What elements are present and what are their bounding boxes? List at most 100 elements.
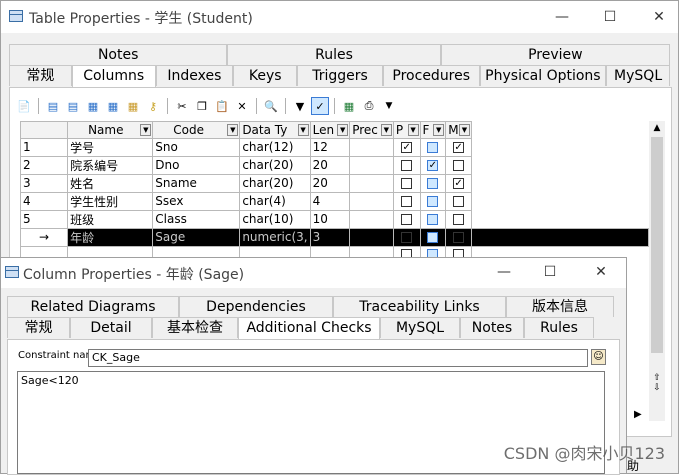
tab-physical-options[interactable]: Physical Options xyxy=(479,65,607,86)
mandatory-cell[interactable] xyxy=(445,155,472,175)
dropdown-icon[interactable]: ▼ xyxy=(297,124,309,136)
filler-cell[interactable] xyxy=(471,156,649,174)
foreign-checkbox[interactable] xyxy=(427,214,439,225)
column-minimize-button[interactable]: — xyxy=(490,260,518,284)
tab-indexes[interactable]: Indexes xyxy=(155,65,234,86)
tab-traceability-links[interactable]: Traceability Links xyxy=(333,296,506,317)
dropdown-icon[interactable]: ▼ xyxy=(433,124,445,136)
primary-checkbox[interactable] xyxy=(401,232,413,243)
code-cell[interactable]: Ssex xyxy=(152,191,241,211)
key-icon[interactable]: ⚷ xyxy=(144,97,162,115)
primary-cell[interactable] xyxy=(392,191,421,211)
dropdown-icon[interactable]: ▼ xyxy=(227,124,239,136)
name-cell[interactable]: 年龄 xyxy=(67,227,154,247)
code-cell[interactable]: Dno xyxy=(152,155,241,175)
precision-cell[interactable] xyxy=(349,227,394,247)
foreign-checkbox[interactable] xyxy=(427,178,439,189)
filler-cell[interactable] xyxy=(471,138,649,156)
dropdown-icon[interactable]: ▼ xyxy=(407,124,419,136)
data-type-cell[interactable]: char(12) xyxy=(239,137,311,157)
primary-checkbox[interactable] xyxy=(401,160,413,171)
properties-icon[interactable]: 📄 xyxy=(15,97,33,115)
mandatory-cell[interactable] xyxy=(445,191,472,211)
table-row[interactable]: 5 班级 Class char(10) 10 xyxy=(19,209,649,229)
header-name[interactable]: Name ▼ xyxy=(67,121,154,139)
header-code[interactable]: Code ▼ xyxy=(152,121,241,139)
mandatory-cell[interactable]: ✓ xyxy=(445,173,472,193)
excel-export-icon[interactable]: ▦ xyxy=(340,97,358,115)
copy-icon[interactable]: ❐ xyxy=(193,97,211,115)
customize-columns-icon[interactable]: ✓ xyxy=(311,97,329,115)
filler-cell[interactable] xyxy=(471,174,649,192)
mandatory-checkbox[interactable] xyxy=(453,160,465,171)
column-maximize-button[interactable]: ☐ xyxy=(536,260,564,284)
add-columns-icon[interactable]: ▦ xyxy=(84,97,102,115)
add-row-icon[interactable]: ▤ xyxy=(64,97,82,115)
filler-cell[interactable] xyxy=(471,210,649,228)
find-icon[interactable]: 🔍 xyxy=(262,97,280,115)
primary-cell[interactable]: ✓ xyxy=(392,137,421,157)
constraint-name-input[interactable]: CK_Sage xyxy=(88,349,588,367)
length-cell[interactable]: 20 xyxy=(309,155,351,175)
table-row[interactable]: → 年龄 Sage numeric(3, 3 xyxy=(19,227,650,247)
row-number-cell[interactable]: 4 xyxy=(19,191,69,211)
tab-version-info[interactable]: 版本信息 xyxy=(506,296,614,317)
table-row[interactable]: 1 学号 Sno char(12) 12 ✓ ✓ xyxy=(19,137,649,157)
delete-icon[interactable]: ✕ xyxy=(233,97,251,115)
dropdown-icon[interactable]: ▼ xyxy=(458,124,470,136)
primary-cell[interactable] xyxy=(392,227,421,247)
header-foreign[interactable]: F ▼ xyxy=(419,121,447,139)
primary-checkbox[interactable] xyxy=(401,178,413,189)
mandatory-checkbox[interactable] xyxy=(453,196,465,207)
column-close-button[interactable]: ✕ xyxy=(587,260,615,284)
row-number-cell[interactable]: 2 xyxy=(19,155,69,175)
tab-columns[interactable]: Columns xyxy=(71,65,156,87)
length-cell[interactable]: 3 xyxy=(309,227,351,247)
tab-column-rules[interactable]: Rules xyxy=(524,317,594,338)
row-number-cell[interactable]: 5 xyxy=(19,209,69,229)
foreign-cell[interactable]: ✓ xyxy=(419,155,447,175)
tab-additional-checks[interactable]: Additional Checks xyxy=(238,317,380,339)
tab-preview[interactable]: Preview xyxy=(440,44,671,65)
length-cell[interactable]: 12 xyxy=(309,137,351,157)
minimize-button[interactable]: — xyxy=(548,5,576,29)
foreign-cell[interactable] xyxy=(419,173,447,193)
table-row[interactable]: 4 学生性别 Ssex char(4) 4 xyxy=(19,191,649,211)
code-cell[interactable]: Sname xyxy=(152,173,241,193)
code-cell[interactable]: Class xyxy=(152,209,241,229)
foreign-cell[interactable] xyxy=(419,209,447,229)
row-number-cell[interactable]: 1 xyxy=(19,137,69,157)
row-number-cell[interactable]: → xyxy=(19,227,69,247)
primary-checkbox[interactable] xyxy=(401,196,413,207)
header-mandatory[interactable]: M ▼ xyxy=(445,121,472,139)
mandatory-cell[interactable] xyxy=(445,227,472,247)
table-row[interactable]: 3 姓名 Sname char(20) 20 ✓ xyxy=(19,173,649,193)
mandatory-checkbox[interactable]: ✓ xyxy=(453,178,465,189)
data-type-cell[interactable]: numeric(3, xyxy=(239,227,311,247)
header-length[interactable]: Len ▼ xyxy=(309,121,351,139)
mandatory-cell[interactable]: ✓ xyxy=(445,137,472,157)
primary-checkbox[interactable] xyxy=(401,214,413,225)
dropdown-icon[interactable]: ▼ xyxy=(380,124,392,136)
precision-cell[interactable] xyxy=(349,191,394,211)
name-cell[interactable]: 姓名 xyxy=(67,173,154,193)
mandatory-checkbox[interactable]: ✓ xyxy=(453,142,465,153)
name-cell[interactable]: 学生性别 xyxy=(67,191,154,211)
primary-checkbox[interactable]: ✓ xyxy=(401,142,413,153)
scroll-bottom-icon[interactable]: ⇩ xyxy=(649,383,665,393)
code-cell[interactable]: Sno xyxy=(152,137,241,157)
code-cell[interactable]: Sage xyxy=(152,227,241,247)
scroll-thumb[interactable] xyxy=(651,137,663,353)
length-cell[interactable]: 10 xyxy=(309,209,351,229)
data-type-cell[interactable]: char(4) xyxy=(239,191,311,211)
data-type-cell[interactable]: char(10) xyxy=(239,209,311,229)
tab-column-mysql[interactable]: MySQL xyxy=(380,317,460,338)
foreign-checkbox[interactable] xyxy=(427,196,439,207)
name-cell[interactable]: 班级 xyxy=(67,209,154,229)
dropdown-icon[interactable]: ▼ xyxy=(337,124,349,136)
foreign-checkbox[interactable] xyxy=(427,232,439,243)
scroll-right-icon[interactable]: ▶ xyxy=(634,409,642,420)
data-type-cell[interactable]: char(20) xyxy=(239,155,311,175)
name-cell[interactable]: 院系编号 xyxy=(67,155,154,175)
mandatory-cell[interactable] xyxy=(445,209,472,229)
